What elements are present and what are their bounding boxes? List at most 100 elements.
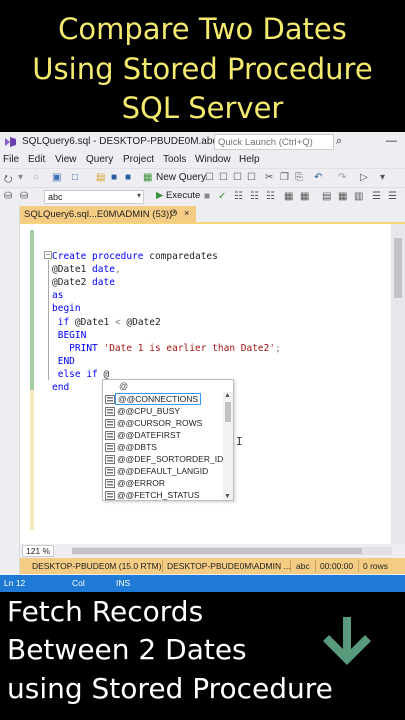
arrow-down-icon	[323, 617, 371, 665]
menu-file[interactable]: File	[3, 154, 19, 165]
suggestion-scroll-thumb[interactable]	[225, 402, 231, 422]
code-token: <	[114, 316, 127, 328]
tab-sqlquery6[interactable]: SQLQuery6.sql...E0M\ADMIN (53))* ⭘ ×	[20, 206, 196, 223]
undo-icon[interactable]: ↶	[314, 172, 322, 183]
cancel-query-icon[interactable]: ■	[204, 191, 210, 202]
dropdown-arrow-icon[interactable]: ▾	[18, 172, 23, 183]
editor-vertical-scrollbar[interactable]	[391, 224, 405, 544]
pin-icon[interactable]: ⭘	[170, 208, 177, 219]
editor-horizontal-scrollbar[interactable]	[72, 547, 392, 555]
suggestion-item[interactable]: @@CPU_BUSY	[104, 406, 222, 418]
horizontal-scroll-thumb[interactable]	[72, 548, 362, 554]
query-dmx-icon[interactable]: ☐	[219, 172, 228, 183]
connection-database: abc	[296, 561, 310, 571]
vertical-scroll-thumb[interactable]	[394, 238, 402, 298]
comment-icon[interactable]: ☰	[372, 191, 381, 202]
parse-icon[interactable]: ✓	[218, 191, 226, 202]
suggestion-item[interactable]: @@DEF_SORTORDER_ID	[104, 454, 224, 466]
system-function-icon	[105, 419, 115, 428]
menu-query[interactable]: Query	[86, 154, 113, 165]
debug-icon[interactable]: ▷	[360, 172, 368, 183]
side-panel-strip	[0, 206, 20, 584]
code-line: end	[52, 382, 69, 393]
menu-help[interactable]: Help	[239, 154, 260, 165]
code-token: BEGIN	[52, 329, 87, 341]
minimize-icon[interactable]: —	[386, 135, 397, 147]
save-all-icon[interactable]: ■	[125, 172, 131, 183]
forward-icon[interactable]: ○	[33, 172, 39, 183]
top-banner: Compare Two Dates Using Stored Procedure…	[0, 0, 405, 132]
new-file-icon[interactable]: □	[72, 172, 78, 183]
code-line: else if @	[52, 369, 110, 380]
menu-view[interactable]: View	[55, 154, 77, 165]
include-plan-icon[interactable]: ▦	[284, 191, 293, 202]
title-bar: SQLQuery6.sql - DESKTOP-PBUDE0M.abc (DE.…	[0, 132, 405, 152]
statistics-icon[interactable]: ▦	[300, 191, 309, 202]
tab-label: SQLQuery6.sql...E0M\ADMIN (53))*	[24, 209, 177, 220]
save-icon[interactable]: ■	[111, 172, 117, 183]
display-plan-icon[interactable]: ☷	[234, 191, 243, 202]
menu-window[interactable]: Window	[195, 154, 231, 165]
menu-edit[interactable]: Edit	[28, 154, 45, 165]
code-token: end	[52, 382, 70, 393]
results-to-grid-icon[interactable]: ▦	[338, 191, 347, 202]
scroll-up-icon[interactable]: ▲	[224, 392, 231, 399]
zoom-select[interactable]: 121 %	[22, 545, 55, 557]
new-query-button[interactable]: New Query	[156, 172, 206, 183]
code-token: begin	[52, 303, 81, 315]
search-icon[interactable]: ⌕	[336, 135, 342, 148]
code-line: BEGIN	[52, 329, 87, 341]
execute-button[interactable]: ▶ Execute	[156, 190, 200, 201]
scroll-down-icon[interactable]: ▼	[224, 493, 231, 500]
paste-icon[interactable]: ⎘	[295, 172, 303, 183]
redo-icon[interactable]: ↷	[338, 172, 346, 183]
close-icon[interactable]: ×	[184, 208, 189, 218]
query-mdx-icon[interactable]: ☐	[205, 172, 214, 183]
quick-launch-input[interactable]: Quick Launch (Ctrl+Q)	[214, 134, 334, 150]
system-function-icon	[105, 407, 115, 416]
cut-icon[interactable]: ✂	[265, 172, 273, 183]
suggestion-item[interactable]: @@DEFAULT_LANGID	[104, 466, 222, 478]
change-connection-icon[interactable]: ⛁	[20, 191, 28, 202]
results-to-text-icon[interactable]: ▤	[322, 191, 331, 202]
system-function-icon	[105, 431, 115, 440]
code-token: ,	[114, 264, 121, 276]
suggestion-label: @@DEF_SORTORDER_ID	[117, 454, 224, 464]
new-project-icon[interactable]: ▣	[52, 172, 61, 183]
code-line: as	[52, 290, 63, 301]
unsaved-changes-marker	[30, 390, 34, 530]
connection-server: DESKTOP-PBUDE0M (15.0 RTM)	[32, 561, 162, 571]
suggestion-item[interactable]: @@CURSOR_ROWS	[104, 418, 222, 430]
database-select[interactable]: abc ▾	[44, 190, 144, 204]
collapse-icon[interactable]: −	[44, 251, 52, 259]
suggestion-item[interactable]: @@FETCH_STATUS	[104, 490, 222, 502]
connect-icon[interactable]: ⛁	[4, 191, 12, 202]
menu-tools[interactable]: Tools	[163, 154, 186, 165]
query-xmla-icon[interactable]: ☐	[233, 172, 242, 183]
menu-project[interactable]: Project	[123, 154, 154, 165]
code-line: @Date2 date	[52, 277, 115, 288]
system-function-icon	[105, 479, 115, 488]
uncomment-icon[interactable]: ☰	[388, 191, 397, 202]
query-designer-icon[interactable]: ☷	[250, 191, 259, 202]
open-file-icon[interactable]: ▤	[96, 172, 105, 183]
suggestion-item[interactable]: @@DBTS	[104, 442, 222, 454]
suggestion-scrollbar[interactable]: ▲ ▼	[223, 392, 233, 500]
intellisense-icon[interactable]: ☷	[266, 191, 275, 202]
suggestion-item[interactable]: @@DATEFIRST	[104, 430, 222, 442]
copy-icon[interactable]: ❐	[280, 172, 289, 183]
code-line: PRINT 'Date 1 is earlier than Date2';	[52, 343, 281, 354]
system-function-icon	[105, 395, 115, 404]
ssms-app-icon	[5, 137, 16, 147]
code-token: date	[92, 277, 115, 289]
query-editor[interactable]: − Create procedure comparedates @Date1 da…	[20, 224, 405, 544]
results-to-file-icon[interactable]: ▥	[354, 191, 363, 202]
toolbar-options-icon[interactable]: ▾	[380, 172, 385, 183]
query-dax-icon[interactable]: ☐	[247, 172, 256, 183]
connection-bar: DESKTOP-PBUDE0M (15.0 RTM) DESKTOP-PBUDE…	[20, 558, 405, 574]
menu-bar: File Edit View Query Project Tools Windo…	[0, 152, 405, 168]
standard-toolbar: ⭮ ▾ ○ ▣ □ ▤ ■ ■ ▦ New Query ☐ ☐ ☐ ☐ ✂ ❐ …	[0, 168, 405, 187]
suggestion-label: @@CURSOR_ROWS	[117, 418, 203, 428]
suggestion-item[interactable]: @@ERROR	[104, 478, 222, 490]
suggestion-item[interactable]: @@CONNECTIONS	[104, 393, 222, 406]
